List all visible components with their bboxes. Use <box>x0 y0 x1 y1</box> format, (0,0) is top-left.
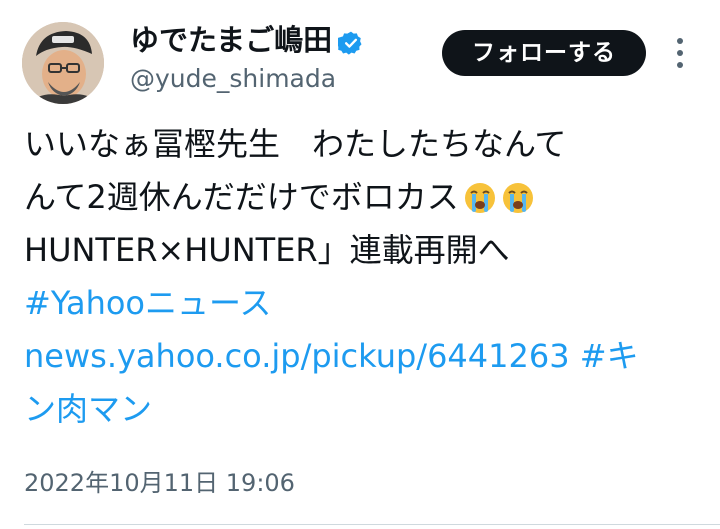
news-url-link[interactable]: news.yahoo.co.jp/pickup/6441263 <box>24 337 570 375</box>
hashtag-kinnikuman-link[interactable]: #キ <box>580 337 639 375</box>
hashtag-yahoo-news-link[interactable]: #Yahooニュース <box>24 277 714 330</box>
divider <box>24 524 720 525</box>
more-vertical-icon[interactable] <box>668 36 692 70</box>
tweet-text: いいなぁ冨樫先生 わたしたちなんて んて2週休んだだけでボロカス HUNTER×… <box>24 118 714 436</box>
more-dot <box>677 62 683 68</box>
loudly-crying-face-icon <box>501 178 535 213</box>
more-dot <box>677 38 683 44</box>
author-handle[interactable]: @yude_shimada <box>130 62 336 96</box>
author-name[interactable]: ゆでたまご嶋田 <box>130 20 364 60</box>
tweet-card: ゆでたまご嶋田 @yude_shimada フォローする いいなぁ冨樫先生 わた… <box>0 0 720 529</box>
tweet-line-2: んて2週休んだだけでボロカス <box>24 171 714 224</box>
tweet-line-1: いいなぁ冨樫先生 わたしたちなんて <box>24 125 567 163</box>
avatar[interactable] <box>22 22 104 104</box>
verified-badge-icon <box>336 26 364 55</box>
hashtag-kinnikuman-link-cont[interactable]: ン肉マン <box>24 383 714 436</box>
tweet-line-2-text: んて2週休んだだけでボロカス <box>24 178 459 216</box>
follow-button[interactable]: フォローする <box>442 30 646 76</box>
author-name-text: ゆでたまご嶋田 <box>130 23 333 57</box>
loudly-crying-face-icon <box>463 178 497 213</box>
more-dot <box>677 50 683 56</box>
tweet-line-5: news.yahoo.co.jp/pickup/6441263 #キ <box>24 330 714 383</box>
tweet-timestamp[interactable]: 2022年10月11日 19:06 <box>24 466 295 500</box>
tweet-line-3: HUNTER×HUNTER」連載再開へ <box>24 231 510 269</box>
